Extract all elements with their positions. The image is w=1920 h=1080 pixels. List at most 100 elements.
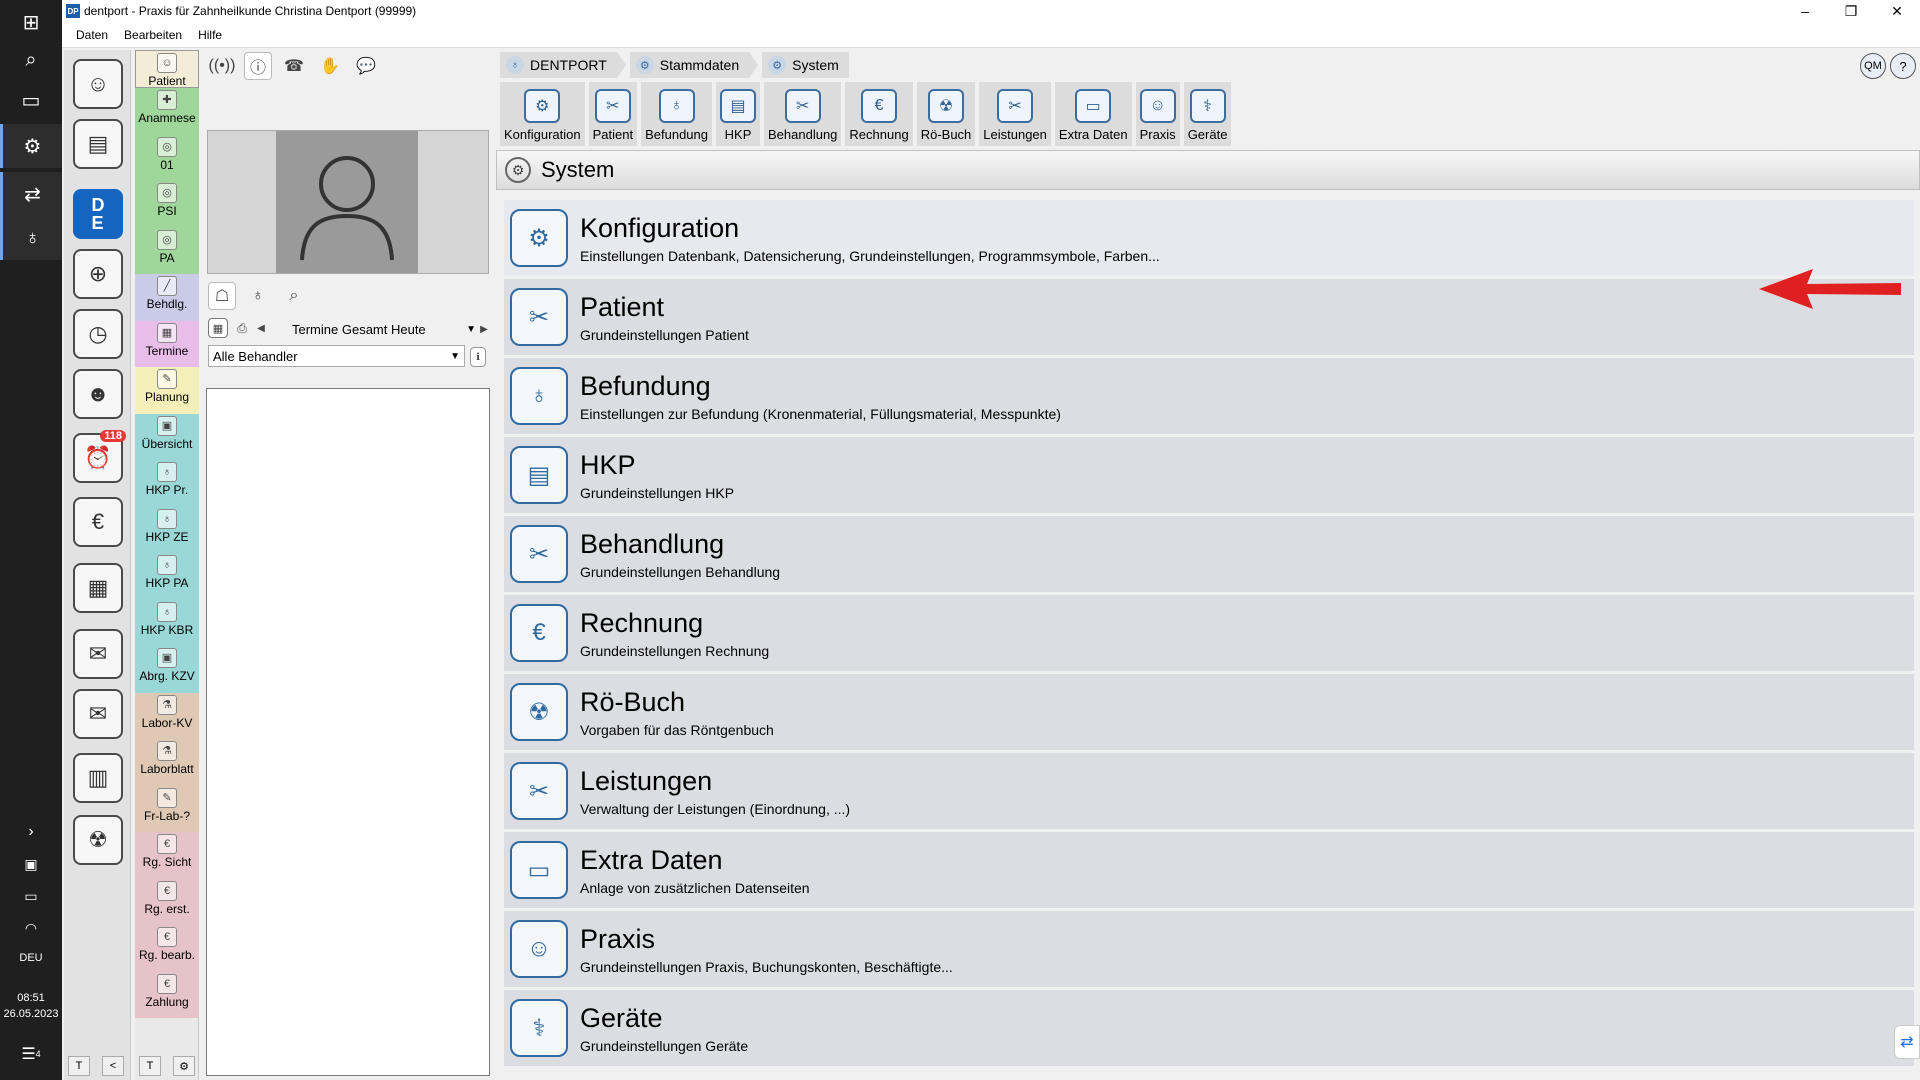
patient-payment-icon[interactable]: ☻ — [70, 366, 126, 422]
ribbon-rechnung[interactable]: € Rechnung — [845, 82, 913, 146]
xray-icon[interactable]: ☢ — [70, 812, 126, 868]
reminder-clock-icon[interactable]: ⏰ 118 — [70, 430, 126, 486]
tooth-list-icon[interactable]: ♁ — [244, 282, 272, 310]
col1-t-button[interactable]: T — [68, 1056, 90, 1076]
settings-item-konfiguration[interactable]: ⚙ Konfiguration Einstellungen Datenbank, D… — [504, 200, 1914, 276]
nav-item-psi[interactable]: ◎ PSI — [135, 181, 199, 228]
col2-t-button[interactable]: T — [139, 1056, 161, 1076]
search-person-icon[interactable]: ⌕ — [280, 282, 308, 310]
settings-item-leistungen[interactable]: ✂ Leistungen Verwaltung der Leistungen (Ei… — [504, 753, 1914, 829]
cash-icon[interactable]: € — [70, 494, 126, 550]
antenna-icon[interactable]: ((•)) — [208, 52, 236, 80]
wifi-icon[interactable]: ◠ — [0, 906, 62, 950]
info-icon[interactable]: ⓘ — [244, 52, 272, 80]
ribbon-konfiguration[interactable]: ⚙ Konfiguration — [500, 82, 585, 146]
clipboard-icon[interactable]: ▥ — [70, 750, 126, 806]
collapse-button[interactable]: < — [102, 1056, 124, 1076]
termine-select[interactable]: Termine Gesamt Heute ▼ — [288, 318, 480, 340]
behandler-select[interactable]: Alle Behandler ▼ — [208, 345, 465, 367]
patient-photo[interactable] — [207, 130, 489, 274]
add-appointment-icon[interactable]: ⊕ — [70, 246, 126, 302]
nav-item-fr-lab[interactable]: ✎ Fr-Lab-? — [135, 785, 199, 832]
ribbon-befundung[interactable]: ♁ Befundung — [641, 82, 713, 146]
nav-item-patient[interactable]: ☺ Patient — [135, 50, 199, 88]
calculator-icon[interactable]: ▦ — [70, 560, 126, 616]
breadcrumb-dentport[interactable]: ♁ DENTPORT — [500, 52, 617, 78]
hands-icon[interactable]: ✋ — [316, 52, 344, 80]
ribbon-leistungen[interactable]: ✂ Leistungen — [979, 82, 1051, 146]
ribbon-rö-buch[interactable]: ☢ Rö-Buch — [916, 82, 976, 146]
ribbon-extra-daten[interactable]: ▭ Extra Daten — [1054, 82, 1132, 146]
clock-date[interactable]: 26.05.2023 — [0, 1008, 62, 1020]
clock-time[interactable]: 08:51 — [0, 992, 62, 1004]
maximize-button[interactable]: ❐ — [1828, 0, 1874, 22]
task-view-icon[interactable]: ▭ — [0, 78, 62, 122]
ribbon-behandlung[interactable]: ✂ Behandlung — [764, 82, 842, 146]
nav-item-hkp-pr[interactable]: ♁ HKP Pr. — [135, 460, 199, 507]
close-button[interactable]: ✕ — [1874, 0, 1920, 22]
minimize-button[interactable]: – — [1782, 0, 1828, 22]
nav-item-rg-erst[interactable]: € Rg. erst. — [135, 878, 199, 925]
settings-gear-icon[interactable]: ⚙ — [0, 124, 62, 168]
breadcrumb-stammdaten[interactable]: ⚙ Stammdaten — [629, 52, 750, 78]
notification-icon[interactable]: ☰ 4 — [0, 1032, 62, 1076]
filter-info-icon[interactable]: ℹ — [470, 347, 486, 367]
nav-item-laborblatt[interactable]: ⚗ Laborblatt — [135, 739, 199, 786]
qm-button[interactable]: QM — [1860, 53, 1886, 79]
ribbon-hkp[interactable]: ▤ HKP — [716, 82, 761, 146]
nav-item-rg-sicht[interactable]: € Rg. Sicht — [135, 832, 199, 879]
calendar-icon[interactable]: ▦ — [208, 318, 228, 338]
settings-item-rö-buch[interactable]: ☢ Rö-Buch Vorgaben für das Röntgenbuch — [504, 674, 1914, 750]
ribbon-patient[interactable]: ✂ Patient — [588, 82, 638, 146]
nav-item-planung[interactable]: ✎ Planung — [135, 367, 199, 414]
ribbon-icon: ▭ — [1075, 89, 1112, 123]
nav-item-termine[interactable]: ▦ Termine — [135, 320, 199, 367]
nav-item-übersicht[interactable]: ▣ Übersicht — [135, 413, 199, 460]
appointment-list[interactable] — [206, 388, 490, 1076]
settings-item-befundung[interactable]: ♁ Befundung Einstellungen zur Befundung (K… — [504, 358, 1914, 434]
col2-settings-icon[interactable]: ⚙ — [173, 1056, 195, 1076]
health-card-icon[interactable]: ▤ — [70, 116, 126, 172]
menu-hilfe[interactable]: Hilfe — [198, 28, 222, 42]
nav-item-labor-kv[interactable]: ⚗ Labor-KV — [135, 692, 199, 739]
nav-item-anamnese[interactable]: ✚ Anamnese — [135, 88, 199, 135]
waiting-room-icon[interactable]: ◷ — [70, 306, 126, 362]
nav-item-hkp-ze[interactable]: ♁ HKP ZE — [135, 506, 199, 553]
settings-item-praxis[interactable]: ☺ Praxis Grundeinstellungen Praxis, Buchun… — [504, 911, 1914, 987]
chat-icon[interactable]: 💬 — [352, 52, 380, 80]
help-button[interactable]: ? — [1890, 53, 1916, 79]
patient-search-icon[interactable]: ☺ — [70, 56, 126, 112]
menu-daten[interactable]: Daten — [76, 28, 108, 42]
next-arrow-icon[interactable]: ▶ — [478, 320, 490, 338]
mail-icon[interactable]: ✉ — [70, 626, 126, 682]
prev-arrow-icon[interactable]: ◀ — [256, 318, 266, 338]
nav-item-abrg-kzv[interactable]: ▣ Abrg. KZV — [135, 646, 199, 693]
ribbon-geräte[interactable]: ⚕ Geräte — [1183, 82, 1232, 146]
nav-item-rg-bearb[interactable]: € Rg. bearb. — [135, 925, 199, 972]
settings-item-extra-daten[interactable]: ▭ Extra Daten Anlage von zusätzlichen Date… — [504, 832, 1914, 908]
nav-item-pa[interactable]: ◎ PA — [135, 227, 199, 274]
calendar-doctor-icon[interactable]: ☖ — [208, 282, 236, 310]
settings-item-behandlung[interactable]: ✂ Behandlung Grundeinstellungen Behandlung — [504, 516, 1914, 592]
language-indicator[interactable]: DEU — [0, 952, 62, 964]
dentport-tooth-icon[interactable]: ♁ — [0, 216, 62, 260]
settings-item-geräte[interactable]: ⚕ Geräte Grundeinstellungen Geräte — [504, 990, 1914, 1066]
search-icon[interactable]: ⌕ — [0, 38, 62, 82]
nav-item-zahlung[interactable]: € Zahlung — [135, 971, 199, 1018]
settings-item-patient[interactable]: ✂ Patient Grundeinstellungen Patient — [504, 279, 1914, 355]
menu-bearbeiten[interactable]: Bearbeiten — [124, 28, 182, 42]
print-icon[interactable]: ⎙ — [232, 318, 252, 338]
breadcrumb-system[interactable]: ⚙ System — [762, 52, 849, 78]
teamviewer-tab-icon[interactable]: ⇄ — [1894, 1025, 1920, 1059]
phone-icon[interactable]: ☎ — [280, 52, 308, 80]
nav-item-behdlg[interactable]: ╱ Behdlg. — [135, 274, 199, 321]
settings-item-hkp[interactable]: ▤ HKP Grundeinstellungen HKP — [504, 437, 1914, 513]
settings-item-rechnung[interactable]: € Rechnung Grundeinstellungen Rechnung — [504, 595, 1914, 671]
nav-item-hkp-pa[interactable]: ♁ HKP PA — [135, 553, 199, 600]
patient-mail-icon[interactable]: ✉ — [70, 686, 126, 742]
teamviewer-icon[interactable]: ⇄ — [0, 172, 62, 216]
nav-item-hkp-kbr[interactable]: ♁ HKP KBR — [135, 599, 199, 646]
de-language-icon[interactable]: DE — [70, 186, 126, 242]
nav-item-01[interactable]: ◎ 01 — [135, 134, 199, 181]
ribbon-praxis[interactable]: ☺ Praxis — [1135, 82, 1180, 146]
